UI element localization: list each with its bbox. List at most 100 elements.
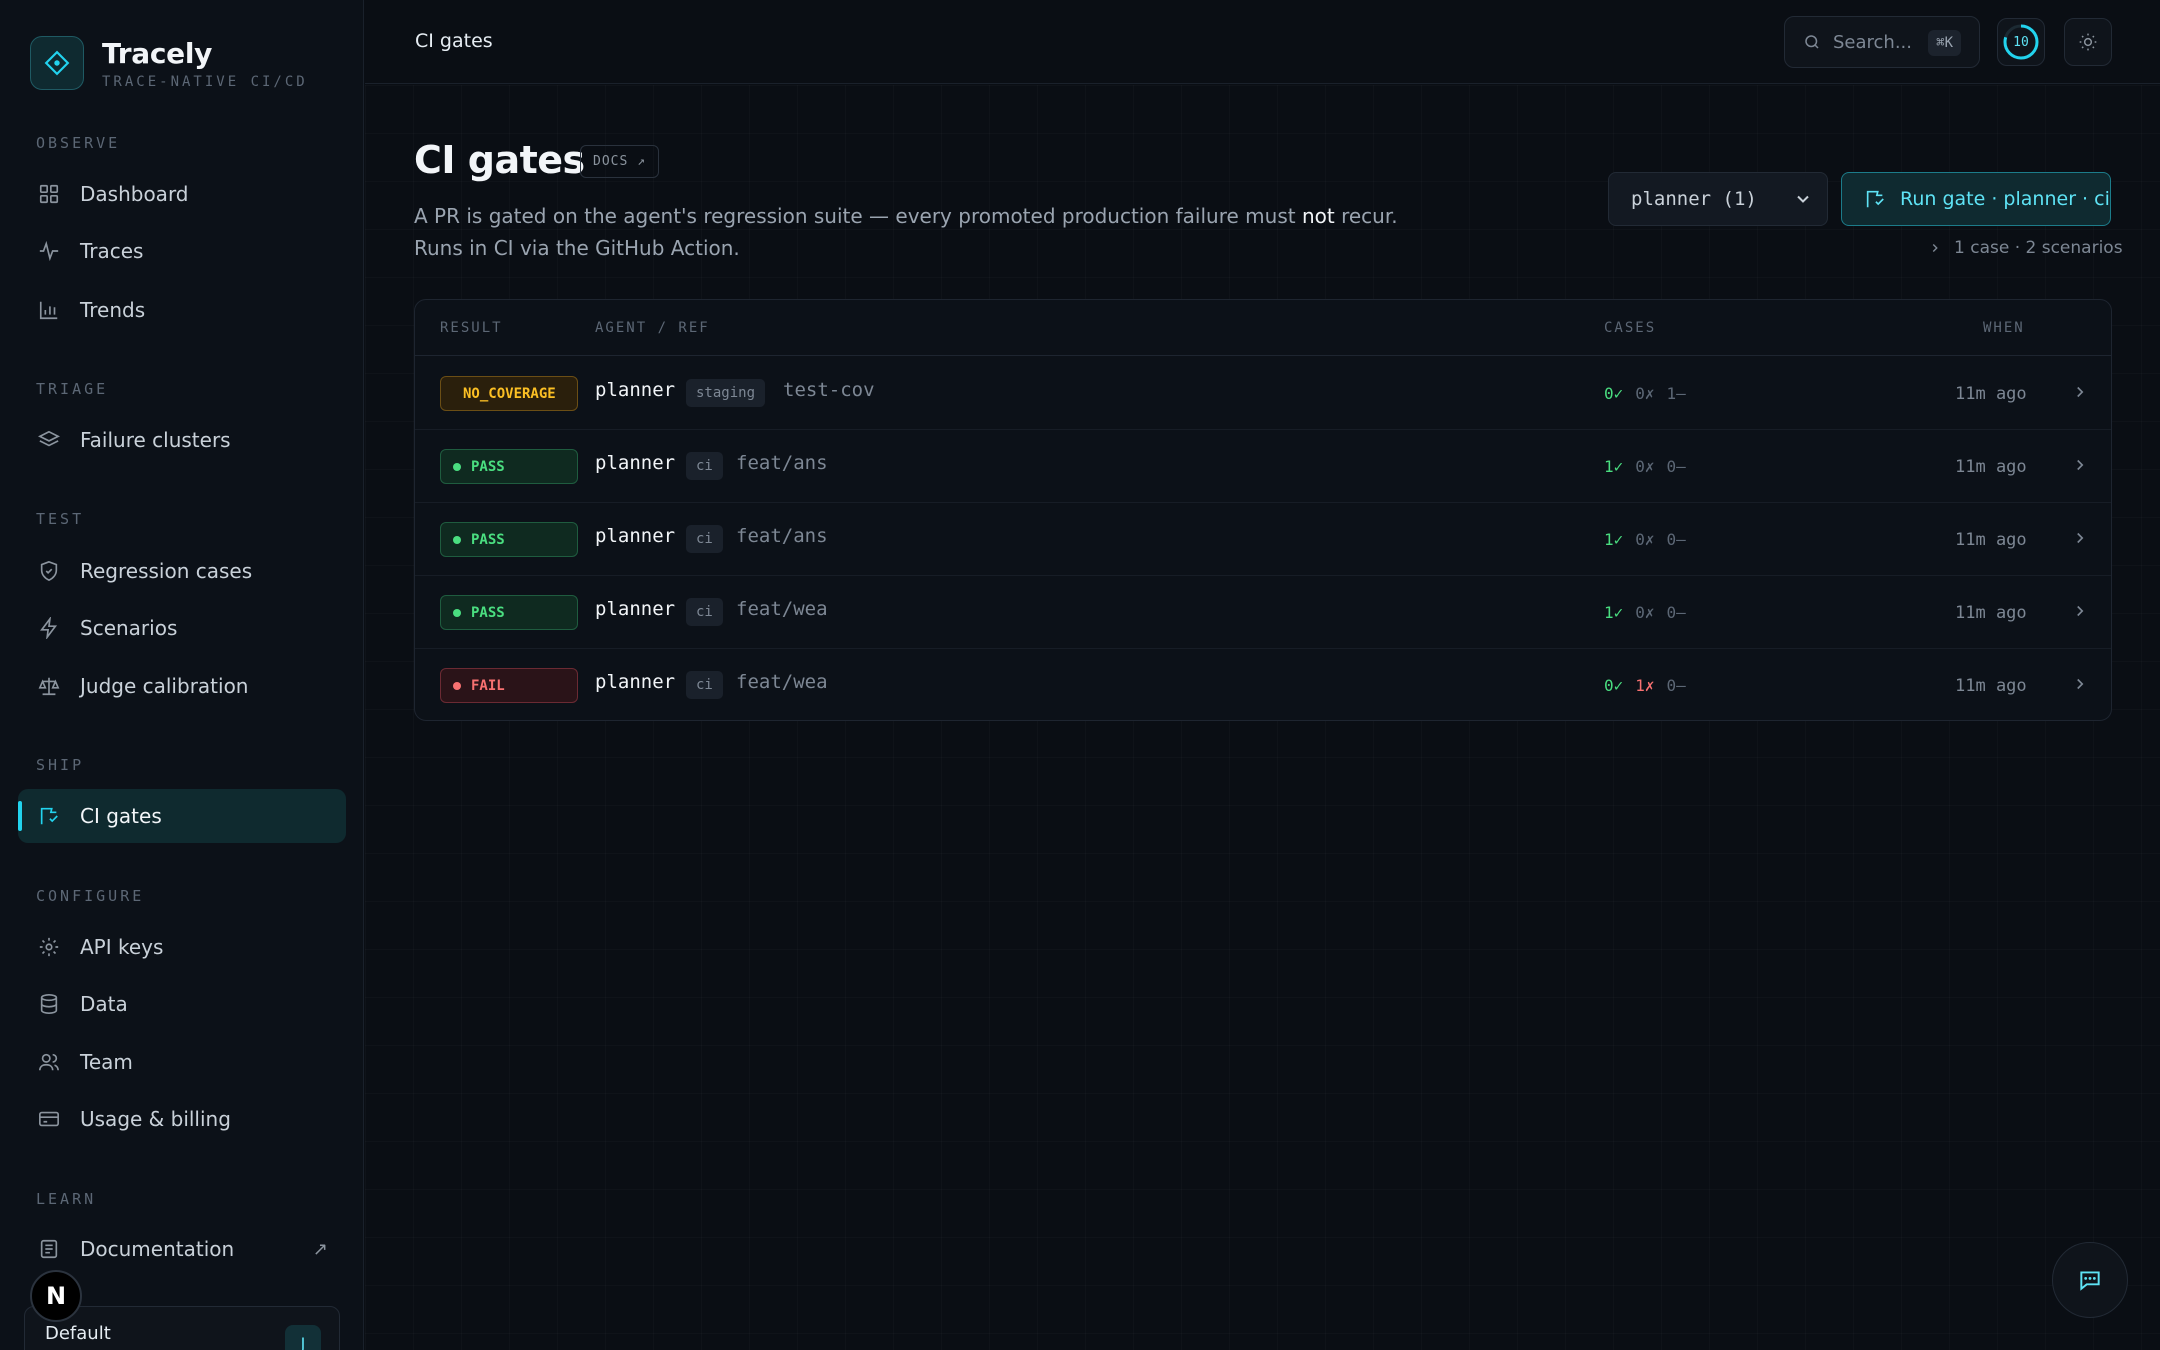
flag-check-icon bbox=[1864, 188, 1886, 210]
breadcrumb: CI gates bbox=[415, 30, 493, 52]
status-badge: FAIL bbox=[440, 668, 578, 703]
nav-section-observe: OBSERVE bbox=[36, 134, 121, 152]
git-ref: test-cov bbox=[783, 379, 875, 401]
sidebar-item-documentation[interactable]: Documentation ↗ bbox=[18, 1222, 346, 1276]
agent-select[interactable]: planner (1) bbox=[1608, 172, 1828, 226]
status-badge-label: PASS bbox=[471, 531, 505, 548]
skipped-count: 0– bbox=[1666, 457, 1686, 476]
timestamp: 11m ago bbox=[1955, 457, 2027, 477]
search-icon bbox=[1803, 33, 1821, 51]
flag-check-icon bbox=[36, 803, 62, 829]
column-header-when: WHEN bbox=[1983, 320, 2025, 336]
avatar: J bbox=[285, 1325, 321, 1350]
chevron-right-icon[interactable] bbox=[2071, 529, 2089, 547]
agent-name: planner bbox=[595, 379, 676, 401]
sidebar-item-dashboard[interactable]: Dashboard bbox=[18, 167, 346, 221]
nav-section-test: TEST bbox=[36, 510, 85, 528]
agent-name: planner bbox=[595, 452, 676, 474]
book-icon bbox=[36, 1236, 62, 1262]
sidebar-item-label: Scenarios bbox=[80, 616, 178, 640]
chat-icon bbox=[2077, 1267, 2103, 1293]
progress-ring-button[interactable]: 10 bbox=[1997, 18, 2045, 66]
git-ref: feat/ans bbox=[736, 525, 828, 547]
sidebar-item-api-keys[interactable]: API keys bbox=[18, 920, 346, 974]
passed-count: 1✓ bbox=[1604, 457, 1624, 476]
brand[interactable]: Tracely TRACE-NATIVE CI/CD bbox=[30, 36, 308, 90]
timestamp: 11m ago bbox=[1955, 603, 2027, 623]
topbar: CI gates Search... ⌘K 10 bbox=[365, 0, 2160, 84]
chevron-right-icon[interactable] bbox=[2071, 602, 2089, 620]
nav-section-triage: TRIAGE bbox=[36, 380, 109, 398]
sidebar-item-scenarios[interactable]: Scenarios bbox=[18, 601, 346, 655]
table-row[interactable]: NO_COVERAGE planner staging test-cov 0✓ 0… bbox=[415, 357, 2111, 430]
external-link-icon: ↗ bbox=[312, 1238, 328, 1260]
sidebar-item-label: Usage & billing bbox=[80, 1107, 231, 1131]
description-emphasis: not bbox=[1301, 204, 1335, 228]
case-counts: 1✓ 0✗ 0– bbox=[1604, 530, 1686, 549]
table-row[interactable]: PASS planner ci feat/wea 1✓ 0✗ 0– 11m ago bbox=[415, 576, 2111, 649]
failed-count: 0✗ bbox=[1635, 603, 1655, 622]
sidebar-item-traces[interactable]: Traces bbox=[18, 224, 346, 278]
run-meta-text: 1 case · 2 scenarios bbox=[1954, 238, 2123, 258]
timestamp: 11m ago bbox=[1955, 676, 2027, 696]
passed-count: 1✓ bbox=[1604, 603, 1624, 622]
git-ref: feat/ans bbox=[736, 452, 828, 474]
sidebar-item-label: API keys bbox=[80, 935, 164, 959]
database-icon bbox=[36, 991, 62, 1017]
sidebar-item-data[interactable]: Data bbox=[18, 977, 346, 1031]
activity-icon bbox=[36, 238, 62, 264]
table-row[interactable]: PASS planner ci feat/ans 1✓ 0✗ 0– 11m ago bbox=[415, 430, 2111, 503]
sidebar-item-trends[interactable]: Trends bbox=[18, 283, 346, 337]
skipped-count: 1– bbox=[1666, 384, 1686, 403]
brand-tagline: TRACE-NATIVE CI/CD bbox=[102, 73, 308, 90]
column-header-result: RESULT bbox=[440, 320, 503, 336]
sidebar-item-label: Trends bbox=[80, 298, 146, 322]
timestamp: 11m ago bbox=[1955, 384, 2027, 404]
scale-icon bbox=[36, 673, 62, 699]
status-badge: PASS bbox=[440, 522, 578, 557]
sidebar-item-team[interactable]: Team bbox=[18, 1035, 346, 1089]
sidebar-item-label: Regression cases bbox=[80, 559, 253, 583]
bolt-icon bbox=[36, 615, 62, 641]
sidebar-item-judge-calibration[interactable]: Judge calibration bbox=[18, 659, 346, 713]
status-badge-label: PASS bbox=[471, 458, 505, 475]
table-row[interactable]: PASS planner ci feat/ans 1✓ 0✗ 0– 11m ago bbox=[415, 503, 2111, 576]
page-description: A PR is gated on the agent's regression … bbox=[414, 200, 1414, 264]
table-row[interactable]: FAIL planner ci feat/wea 0✓ 1✗ 0– 11m ago bbox=[415, 649, 2111, 720]
env-tag: staging bbox=[686, 379, 766, 407]
search-input[interactable]: Search... ⌘K bbox=[1784, 16, 1980, 68]
layers-icon bbox=[36, 427, 62, 453]
sidebar-item-ci-gates[interactable]: CI gates bbox=[18, 789, 346, 843]
column-header-cases: CASES bbox=[1604, 320, 1657, 336]
run-meta-toggle[interactable]: 1 case · 2 scenarios bbox=[1928, 238, 2123, 258]
passed-count: 0✓ bbox=[1604, 384, 1624, 403]
case-counts: 0✓ 0✗ 1– bbox=[1604, 384, 1686, 403]
status-dot bbox=[453, 462, 461, 471]
chat-button[interactable] bbox=[2052, 1242, 2128, 1318]
run-gate-button[interactable]: Run gate · planner · ci bbox=[1841, 172, 2111, 226]
sidebar-item-usage-billing[interactable]: Usage & billing bbox=[18, 1092, 346, 1146]
sidebar-item-failure-clusters[interactable]: Failure clusters bbox=[18, 413, 346, 467]
chevron-right-icon[interactable] bbox=[2071, 675, 2089, 693]
theme-toggle-button[interactable] bbox=[2064, 18, 2112, 66]
nav-section-learn: LEARN bbox=[36, 1190, 97, 1208]
docs-link[interactable]: DOCS ↗ bbox=[580, 145, 659, 178]
users-icon bbox=[36, 1049, 62, 1075]
chevron-right-icon[interactable] bbox=[2071, 383, 2089, 401]
sidebar-item-label: Traces bbox=[80, 239, 144, 263]
page-title: CI gates bbox=[414, 138, 585, 182]
chevron-down-icon bbox=[1793, 189, 1813, 214]
failed-count: 1✗ bbox=[1635, 676, 1655, 695]
progress-ring-value: 10 bbox=[2013, 34, 2029, 50]
shield-check-icon bbox=[36, 558, 62, 584]
status-badge-label: FAIL bbox=[471, 677, 505, 694]
env-tag: ci bbox=[686, 452, 723, 480]
skipped-count: 0– bbox=[1666, 676, 1686, 695]
chevron-right-icon[interactable] bbox=[2071, 456, 2089, 474]
n-logo-icon[interactable]: N bbox=[30, 1270, 82, 1322]
sidebar-item-label: Documentation bbox=[80, 1237, 235, 1261]
run-gate-label: Run gate · planner · ci bbox=[1900, 188, 2110, 210]
sidebar-item-regression-cases[interactable]: Regression cases bbox=[18, 544, 346, 598]
search-placeholder: Search... bbox=[1833, 31, 1913, 53]
status-badge-label: PASS bbox=[471, 604, 505, 621]
